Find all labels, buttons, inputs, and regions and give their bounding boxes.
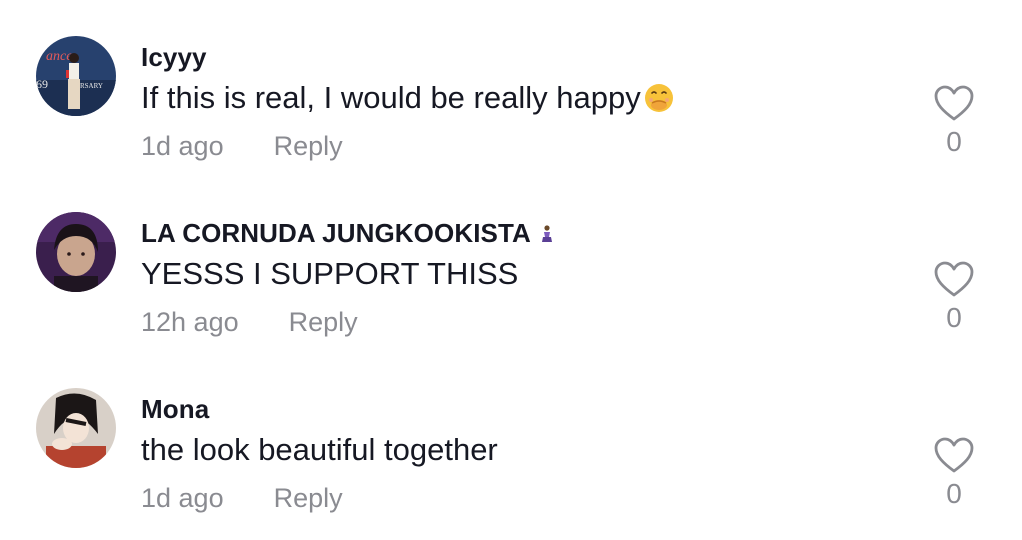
avatar[interactable] — [36, 388, 116, 468]
comment-text-label: the look beautiful together — [141, 432, 498, 467]
svg-text:69: 69 — [36, 77, 48, 91]
username[interactable]: LA CORNUDA JUNGKOOKISTA — [141, 218, 557, 249]
timestamp: 1d ago — [141, 131, 224, 161]
username-label: Mona — [141, 394, 210, 424]
comment-text-label: If this is real, I would be really happy — [141, 80, 641, 115]
svg-text:ance: ance — [46, 49, 72, 64]
reply-button[interactable]: Reply — [289, 307, 358, 338]
timestamp: 12h ago — [141, 307, 239, 337]
like-control[interactable]: 0 — [932, 84, 976, 158]
username[interactable]: Mona — [141, 394, 209, 425]
comment-item: Mona the look beautiful together 1d ago … — [0, 352, 1022, 528]
like-count: 0 — [946, 126, 962, 157]
username-label: Icyyy — [141, 42, 207, 72]
hand-over-mouth-emoji-icon — [643, 82, 675, 114]
reply-button[interactable]: Reply — [274, 483, 343, 514]
comment-meta: 12h ago Reply — [141, 307, 358, 338]
username[interactable]: Icyyy — [141, 42, 207, 73]
avatar[interactable]: ance 69 RSARY — [36, 36, 116, 116]
like-control[interactable]: 0 — [932, 260, 976, 334]
reply-button[interactable]: Reply — [274, 131, 343, 162]
heart-outline-icon[interactable] — [933, 260, 975, 298]
heart-outline-icon[interactable] — [933, 436, 975, 474]
comment-text: YESSS I SUPPORT THISS — [141, 256, 518, 292]
svg-text:RSARY: RSARY — [80, 82, 103, 90]
like-count: 0 — [946, 302, 962, 333]
comment-text-label: YESSS I SUPPORT THISS — [141, 256, 519, 291]
avatar[interactable] — [36, 212, 116, 292]
comment-text: the look beautiful together — [141, 432, 498, 468]
comment-item: ance 69 RSARY Icyyy If this is real, I w… — [0, 0, 1022, 176]
like-count: 0 — [946, 478, 962, 509]
comment-text: If this is real, I would be really happy — [141, 80, 675, 116]
comment-meta: 1d ago Reply — [141, 483, 343, 514]
timestamp: 1d ago — [141, 483, 224, 513]
heart-outline-icon[interactable] — [933, 84, 975, 122]
comment-item: LA CORNUDA JUNGKOOKISTA YESSS I SUPPORT … — [0, 176, 1022, 352]
like-control[interactable]: 0 — [932, 436, 976, 510]
kneeling-figure-emoji-icon — [537, 224, 557, 244]
username-label: LA CORNUDA JUNGKOOKISTA — [141, 218, 531, 248]
comment-meta: 1d ago Reply — [141, 131, 343, 162]
